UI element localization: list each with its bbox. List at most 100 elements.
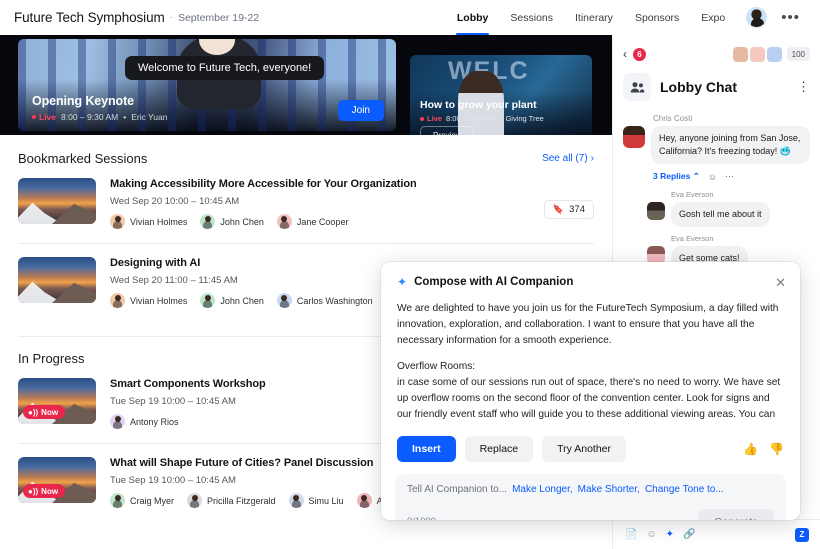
bookmark-count-badge[interactable]: 🔖 374: [543, 200, 594, 219]
nav-tab-sessions[interactable]: Sessions: [499, 0, 564, 35]
message-replies-row: 3 Replies ⌃ ☺ ⋯: [653, 171, 810, 182]
secondary-session-card[interactable]: How to grow your plant Live 8:00 - 9:30 …: [410, 55, 592, 135]
chat-composer-toolbar: 📄 ☺ ✦ 🔗 Z: [613, 519, 820, 549]
ai-sparkle-icon: ✦: [397, 275, 408, 289]
speaker-avatar: [110, 214, 125, 229]
ai-prompt-placeholder: Tell AI Companion to...: [407, 483, 508, 495]
meta-dot: •: [123, 112, 127, 122]
speaker-chip[interactable]: John Chen: [200, 293, 264, 308]
thumbs-up-icon[interactable]: 👍: [743, 442, 758, 456]
profile-avatar[interactable]: [746, 7, 768, 28]
keynote-meta: Opening Keynote Live 8:00 – 9:30 AM • Er…: [32, 94, 167, 122]
zoom-logo-icon: Z: [795, 527, 809, 542]
emoji-reaction-icon[interactable]: ☺: [708, 172, 717, 182]
participants-group[interactable]: 100: [732, 46, 810, 62]
bookmarked-heading: Bookmarked Sessions: [18, 151, 148, 166]
keynote-title: Opening Keynote: [32, 94, 134, 108]
ai-prompt-input-area[interactable]: Tell AI Companion to... Make Longer, Mak…: [395, 473, 786, 520]
character-counter: 0/1000: [407, 516, 436, 520]
session-time: Wed Sep 20 10:00 – 10:45 AM: [110, 196, 240, 207]
link-icon[interactable]: 🔗: [683, 529, 695, 540]
speaker-chip[interactable]: Vivian Holmes: [110, 293, 187, 308]
speaker-avatar: [276, 214, 292, 229]
see-all-link[interactable]: See all (7) ›: [542, 153, 594, 164]
secondary-subtitle: Live 8:00 - 9:30 AM • Giving Tree: [420, 114, 544, 123]
keynote-subtitle: Live 8:00 – 9:30 AM • Eric Yuan: [32, 112, 167, 122]
secondary-track: Giving Tree: [505, 114, 544, 123]
speaker-chip[interactable]: Pricilla Fitzgerald: [187, 493, 276, 508]
nav-links: Lobby Sessions Itinerary Sponsors Expo •…: [446, 0, 806, 35]
emoji-icon[interactable]: ☺: [646, 529, 656, 540]
now-label: Now: [41, 486, 59, 496]
chat-title: Lobby Chat: [660, 79, 737, 95]
thumbs-down-icon[interactable]: 👎: [769, 442, 784, 456]
try-another-button[interactable]: Try Another: [542, 435, 627, 462]
session-thumbnail: ●)) Now: [18, 457, 96, 503]
more-dots-icon[interactable]: ⋯: [725, 171, 734, 182]
keynote-video-card[interactable]: Welcome to Future Tech, everyone! Openin…: [18, 39, 396, 131]
now-badge: ●)) Now: [23, 484, 66, 498]
secondary-dot: •: [498, 114, 502, 123]
see-all-label: See all (7): [542, 153, 588, 164]
session-thumbnail: [18, 257, 96, 303]
speaker-name: Craig Myer: [130, 495, 175, 506]
speaker-name: Vivian Holmes: [130, 295, 188, 306]
event-date: September 19-22: [177, 11, 260, 24]
speaker-chip[interactable]: Craig Myer: [110, 493, 174, 508]
ai-input-footer: 0/1000 Generate: [407, 508, 774, 520]
thread-author: Eva Everson: [671, 234, 714, 244]
suggestion-change-tone[interactable]: Change Tone to...: [645, 484, 724, 495]
vertical-dots-icon[interactable]: ⋮: [797, 79, 810, 95]
keynote-speaker: Eric Yuan: [131, 112, 168, 122]
session-info: Making Accessibility More Accessible for…: [110, 178, 594, 229]
speaker-chip[interactable]: John Chen: [200, 214, 264, 229]
speaker-name: Vivian Holmes: [130, 216, 188, 227]
session-thumbnail: ●)) Now: [18, 378, 96, 424]
broadcast-icon: ●)): [28, 486, 39, 496]
ai-sparkle-icon[interactable]: ✦: [666, 529, 674, 540]
preview-button[interactable]: Preview: [420, 126, 475, 135]
nav-tab-expo[interactable]: Expo: [690, 0, 736, 35]
event-title: Future Tech Symphosium: [14, 10, 165, 25]
speaker-name: Carlos Washington: [296, 295, 373, 306]
message-thread: Eva Everson Gosh tell me about it Eva Ev…: [647, 190, 810, 272]
speaker-chip[interactable]: Jane Cooper: [276, 214, 349, 229]
suggestion-make-longer[interactable]: Make Longer,: [512, 484, 573, 495]
file-icon[interactable]: 📄: [625, 529, 637, 540]
replace-button[interactable]: Replace: [464, 435, 534, 462]
generate-button[interactable]: Generate: [698, 508, 774, 520]
chevron-left-icon[interactable]: ‹: [623, 47, 627, 61]
session-speakers: Vivian Holmes John Chen Jane Cooper: [110, 214, 594, 229]
chat-message: Chris Costi Hey, anyone joining from San…: [623, 114, 810, 272]
caret-up-icon: ⌃: [692, 171, 700, 182]
speaker-name: Pricilla Fitzgerald: [207, 495, 276, 506]
suggestion-make-shorter[interactable]: Make Shorter,: [578, 484, 640, 495]
join-button[interactable]: Join: [337, 100, 384, 121]
speaker-avatar: [110, 293, 125, 308]
caption-bubble: Welcome to Future Tech, everyone!: [125, 56, 325, 80]
replies-label: 3 Replies: [653, 171, 691, 182]
ai-paragraph-1: We are delighted to have you join us for…: [397, 303, 779, 346]
speaker-chip[interactable]: Vivian Holmes: [110, 214, 187, 229]
speaker-chip[interactable]: Carlos Washington: [276, 293, 373, 308]
speaker-avatar: [200, 214, 216, 229]
bookmark-count: 374: [569, 204, 585, 215]
speaker-name: Antony Rios: [130, 416, 179, 427]
ai-companion-dialog: ✦ Compose with AI Companion ✕ We are del…: [381, 262, 800, 520]
nav-tab-itinerary[interactable]: Itinerary: [564, 0, 624, 35]
speaker-chip[interactable]: Antony Rios: [110, 414, 179, 429]
speaker-name: Jane Cooper: [296, 216, 349, 227]
replies-toggle[interactable]: 3 Replies ⌃: [653, 171, 700, 182]
speaker-avatar: [187, 493, 203, 508]
live-dot-icon: [32, 115, 36, 119]
insert-button[interactable]: Insert: [397, 435, 456, 462]
session-row[interactable]: Making Accessibility More Accessible for…: [18, 178, 594, 243]
people-icon: [623, 73, 651, 101]
nav-tab-lobby[interactable]: Lobby: [446, 0, 500, 35]
nav-tab-sponsors[interactable]: Sponsors: [624, 0, 690, 35]
close-icon[interactable]: ✕: [775, 276, 786, 289]
speaker-chip[interactable]: Simu Liu: [288, 493, 344, 508]
message-author: Chris Costi: [653, 114, 693, 123]
more-options-button[interactable]: •••: [775, 9, 806, 26]
session-thumbnail: [18, 178, 96, 224]
